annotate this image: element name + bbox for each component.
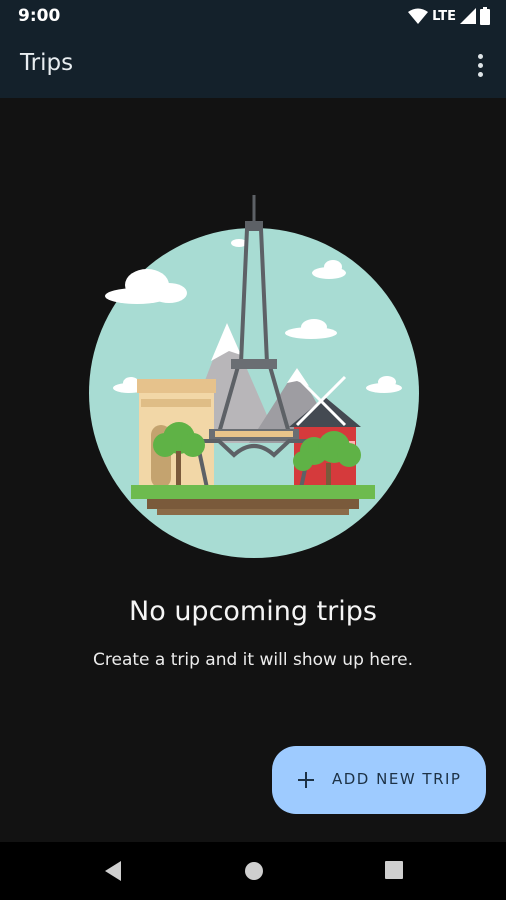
add-new-trip-label: ADD NEW TRIP <box>332 770 462 788</box>
network-type: LTE <box>432 8 456 24</box>
menu-dot <box>477 62 483 68</box>
empty-state-subtitle: Create a trip and it will show up here. <box>93 650 413 670</box>
more-vert-icon[interactable] <box>468 50 492 80</box>
nav-bar <box>0 842 506 900</box>
status-icons: LTE <box>408 7 490 25</box>
menu-dot <box>477 71 483 77</box>
home-icon[interactable] <box>243 860 265 882</box>
menu-dot <box>477 53 483 59</box>
add-new-trip-button[interactable]: ADD NEW TRIP <box>272 746 486 814</box>
signal-icon <box>460 8 476 24</box>
wifi-icon <box>408 8 429 24</box>
app-bar: Trips <box>0 32 506 98</box>
page-title: Trips <box>20 50 74 76</box>
paris-landmarks-illustration <box>89 195 419 558</box>
recents-icon[interactable] <box>384 860 404 880</box>
plus-icon <box>298 772 314 788</box>
back-icon[interactable] <box>103 860 123 882</box>
empty-state-title: No upcoming trips <box>129 596 377 627</box>
battery-icon <box>480 7 490 25</box>
status-bar: 9:00 LTE <box>0 0 506 32</box>
status-time: 9:00 <box>18 6 61 26</box>
